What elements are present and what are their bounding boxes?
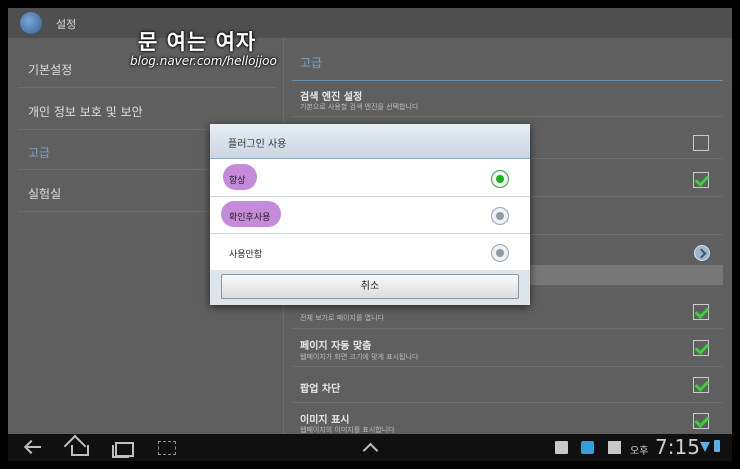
chevron-right-icon[interactable]: [694, 245, 710, 261]
overview-checkbox[interactable]: [693, 304, 709, 320]
popup-block-checkbox[interactable]: [693, 377, 709, 393]
option-ask[interactable]: 확인후사용: [210, 197, 530, 234]
system-bar: 오후 7:15: [8, 434, 732, 461]
twitter-icon[interactable]: [581, 441, 594, 454]
show-images-sub: 웹페이지의 이미지를 표시합니다: [300, 426, 395, 434]
radio-selected[interactable]: [491, 170, 509, 188]
back-icon[interactable]: [18, 437, 46, 457]
gmail-icon[interactable]: [608, 441, 621, 454]
email-icon[interactable]: [555, 441, 568, 454]
screenshot-icon[interactable]: [152, 437, 180, 457]
divider: [18, 87, 276, 88]
setting-checkbox[interactable]: [693, 135, 709, 151]
search-engine-title[interactable]: 검색 엔진 설정: [300, 88, 362, 103]
show-images-title[interactable]: 이미지 표시: [300, 411, 349, 426]
radio-unselected[interactable]: [491, 244, 509, 262]
show-images-checkbox[interactable]: [693, 413, 709, 429]
radio-unselected[interactable]: [491, 207, 509, 225]
divider: [292, 116, 723, 117]
app-title: 설정: [56, 18, 77, 31]
overview-sub: 전체 보기로 페이지를 엽니다: [300, 314, 384, 322]
browser-globe-icon[interactable]: [20, 12, 42, 34]
clock-ampm[interactable]: 오후: [630, 442, 648, 457]
chevron-up-icon[interactable]: [356, 437, 384, 457]
category-advanced[interactable]: 고급: [28, 144, 50, 161]
autofit-checkbox[interactable]: [693, 340, 709, 356]
category-basic[interactable]: 기본설정: [28, 61, 72, 78]
option-always[interactable]: 항상: [210, 160, 530, 197]
watermark-title: 문 여는 여자: [138, 30, 257, 54]
option-label: 사용안함: [229, 250, 263, 260]
search-engine-sub: 기본으로 사용할 검색 엔진을 선택합니다: [300, 103, 419, 111]
blog-watermark: 문 여는 여자 blog.naver.com/hellojjoo: [130, 26, 277, 68]
setting-checkbox[interactable]: [693, 172, 709, 188]
watermark-url: blog.naver.com/hellojjoo: [130, 54, 277, 68]
plugin-usage-dialog: 플러그인 사용 항상 확인후사용 사용안함 취소: [210, 124, 530, 305]
battery-icon[interactable]: [714, 440, 720, 452]
category-labs[interactable]: 실험실: [28, 185, 61, 202]
divider: [292, 366, 723, 367]
option-label: 확인후사용: [229, 213, 271, 223]
dialog-title: 플러그인 사용: [228, 139, 287, 150]
action-bar: 설정: [8, 8, 732, 38]
divider: [292, 402, 723, 403]
autofit-sub: 웹페이지가 화면 크기에 맞게 표시됩니다: [300, 353, 419, 361]
autofit-title[interactable]: 페이지 자동 맞춤: [300, 337, 371, 352]
option-label: 항상: [229, 176, 246, 186]
wifi-icon[interactable]: [700, 442, 710, 452]
divider: [292, 328, 723, 329]
home-icon[interactable]: [64, 437, 92, 457]
clock-time[interactable]: 7:15: [655, 435, 700, 459]
section-underline: [292, 80, 723, 81]
category-privacy-security[interactable]: 개인 정보 보호 및 보안: [28, 103, 143, 120]
cancel-button[interactable]: 취소: [221, 274, 519, 299]
option-off[interactable]: 사용안함: [210, 234, 530, 271]
section-header: 고급: [300, 56, 323, 70]
dialog-footer: 취소: [210, 270, 530, 305]
popup-block-title[interactable]: 팝업 차단: [300, 380, 340, 395]
recent-apps-icon[interactable]: [108, 437, 136, 458]
dialog-title-bar: 플러그인 사용: [210, 124, 530, 159]
